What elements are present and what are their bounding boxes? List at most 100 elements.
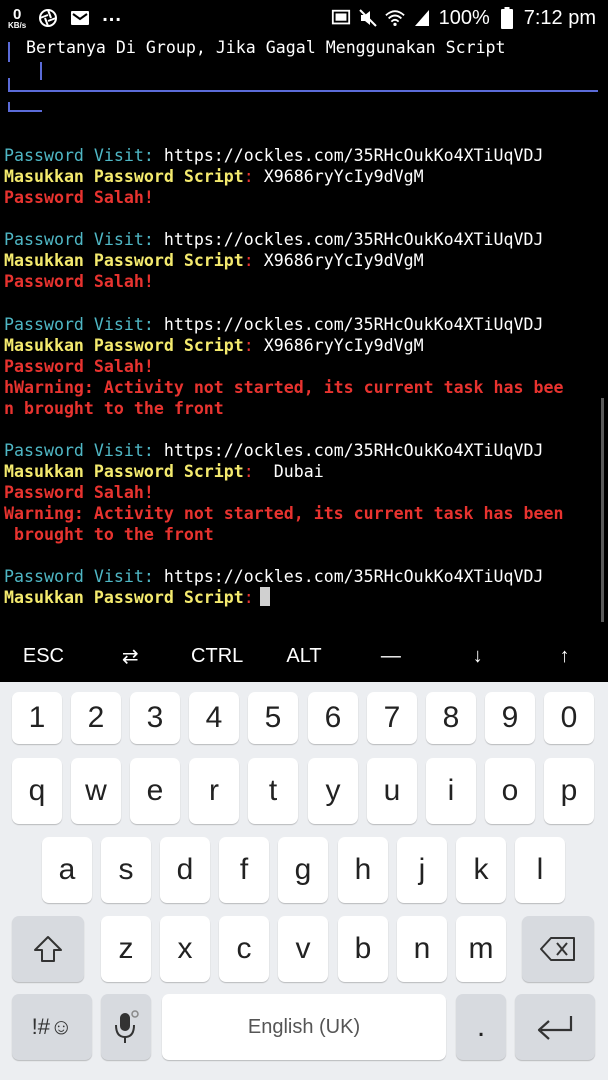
key-f[interactable]: f [219, 837, 269, 903]
key-4[interactable]: 4 [189, 692, 239, 744]
visit-line: Password Visit: https://ockles.com/35RHc… [4, 230, 544, 249]
aperture-icon [38, 8, 58, 28]
visit-url: https://ockles.com/35RHcOukKo4XTiUqVDJ [163, 315, 544, 334]
key-9[interactable]: 9 [485, 692, 535, 744]
tab-key[interactable]: ⇄ [87, 630, 174, 682]
warning-line: n brought to the front [4, 399, 224, 418]
key-5[interactable]: 5 [248, 692, 298, 744]
key-v[interactable]: v [278, 916, 328, 982]
banner-text: Bertanya Di Group, Jika Gagal Menggunaka… [26, 38, 506, 57]
terminal-scrollbar[interactable] [601, 398, 604, 622]
entered-password: X9686ryYcIy9dVgM [263, 251, 424, 270]
dash-key[interactable]: — [347, 630, 434, 682]
mail-icon [70, 8, 90, 28]
visit-url: https://ockles.com/35RHcOukKo4XTiUqVDJ [163, 230, 544, 249]
key-g[interactable]: g [278, 837, 328, 903]
key-w[interactable]: w [71, 758, 121, 824]
visit-url: https://ockles.com/35RHcOukKo4XTiUqVDJ [163, 567, 544, 586]
warning-line: brought to the front [4, 525, 214, 544]
banner-divider [8, 102, 42, 112]
visit-url: https://ockles.com/35RHcOukKo4XTiUqVDJ [163, 441, 544, 460]
enter-key[interactable] [515, 994, 595, 1060]
entered-password: X9686ryYcIy9dVgM [263, 167, 424, 186]
ctrl-key[interactable]: CTRL [174, 630, 261, 682]
soft-keyboard: 1 2 3 4 5 6 7 8 9 0 q w e r t y u i o p … [0, 682, 608, 1080]
prompt-line: Masukkan Password Script: X9686ryYcIy9dV… [4, 167, 424, 186]
key-n[interactable]: n [397, 916, 447, 982]
error-line: Password Salah! [4, 188, 154, 207]
prompt-label: Masukkan Password Script [4, 462, 244, 481]
entered-password: Dubai [263, 462, 324, 481]
visit-label: Password Visit [4, 441, 144, 460]
key-j[interactable]: j [397, 837, 447, 903]
banner-divider [8, 78, 598, 92]
wifi-icon [384, 8, 405, 28]
error-line: Password Salah! [4, 483, 154, 502]
space-bar[interactable]: English (UK) [162, 994, 446, 1060]
visit-label: Password Visit [4, 230, 144, 249]
key-e[interactable]: e [130, 758, 180, 824]
key-s[interactable]: s [101, 837, 151, 903]
visit-label: Password Visit [4, 146, 144, 165]
key-i[interactable]: i [426, 758, 476, 824]
key-h[interactable]: h [338, 837, 388, 903]
visit-label: Password Visit [4, 567, 144, 586]
key-r[interactable]: r [189, 758, 239, 824]
key-7[interactable]: 7 [367, 692, 417, 744]
key-x[interactable]: x [160, 916, 210, 982]
banner-divider [8, 42, 10, 62]
shift-key[interactable] [12, 916, 84, 982]
backspace-key[interactable] [522, 916, 594, 982]
key-b[interactable]: b [338, 916, 388, 982]
microphone-icon [115, 1010, 139, 1043]
visit-line: Password Visit: https://ockles.com/35RHc… [4, 441, 544, 460]
prompt-label: Masukkan Password Script [4, 167, 244, 186]
key-8[interactable]: 8 [426, 692, 476, 744]
arrow-down-key[interactable]: ↓ [434, 630, 521, 682]
warning-line: Warning: Activity not started, its curre… [4, 504, 564, 523]
period-key[interactable]: . [456, 994, 506, 1060]
prompt-line: Masukkan Password Script: [4, 587, 270, 608]
key-l[interactable]: l [515, 837, 565, 903]
voice-input-key[interactable] [101, 994, 151, 1060]
key-0[interactable]: 0 [544, 692, 594, 744]
shift-icon [34, 936, 62, 962]
key-2[interactable]: 2 [71, 692, 121, 744]
terminal-cursor[interactable] [259, 587, 270, 606]
key-a[interactable]: a [42, 837, 92, 903]
key-u[interactable]: u [367, 758, 417, 824]
key-d[interactable]: d [160, 837, 210, 903]
key-6[interactable]: 6 [308, 692, 358, 744]
enter-icon [537, 1016, 573, 1040]
key-p[interactable]: p [544, 758, 594, 824]
battery-level: 100% [438, 6, 490, 29]
prompt-label: Masukkan Password Script [4, 336, 244, 355]
key-q[interactable]: q [12, 758, 62, 824]
prompt-label: Masukkan Password Script [4, 251, 244, 270]
key-m[interactable]: m [456, 916, 506, 982]
esc-key[interactable]: ESC [0, 630, 87, 682]
key-c[interactable]: c [219, 916, 269, 982]
extra-keys-row: ESC ⇄ CTRL ALT — ↓ ↑ [0, 630, 608, 682]
clock: 7:12 pm [523, 6, 596, 29]
visit-line: Password Visit: https://ockles.com/35RHc… [4, 146, 544, 165]
visit-label: Password Visit [4, 315, 144, 334]
terminal-output[interactable]: Bertanya Di Group, Jika Gagal Menggunaka… [0, 36, 608, 630]
key-y[interactable]: y [308, 758, 358, 824]
key-t[interactable]: t [248, 758, 298, 824]
arrow-up-key[interactable]: ↑ [521, 630, 608, 682]
symbols-key[interactable]: !#☺ [12, 994, 92, 1060]
alt-key[interactable]: ALT [261, 630, 348, 682]
prompt-label: Masukkan Password Script [4, 588, 244, 607]
status-bar: 0 KB/s ... 100% 7:12 pm [0, 0, 608, 36]
key-z[interactable]: z [101, 916, 151, 982]
key-k[interactable]: k [456, 837, 506, 903]
key-o[interactable]: o [485, 758, 535, 824]
network-speed: 0 KB/s [8, 7, 26, 30]
key-3[interactable]: 3 [130, 692, 180, 744]
key-1[interactable]: 1 [12, 692, 62, 744]
network-speed-value: 0 [12, 5, 22, 23]
visit-url: https://ockles.com/35RHcOukKo4XTiUqVDJ [163, 146, 544, 165]
more-notifications-icon: ... [102, 3, 122, 26]
visit-line: Password Visit: https://ockles.com/35RHc… [4, 567, 544, 586]
